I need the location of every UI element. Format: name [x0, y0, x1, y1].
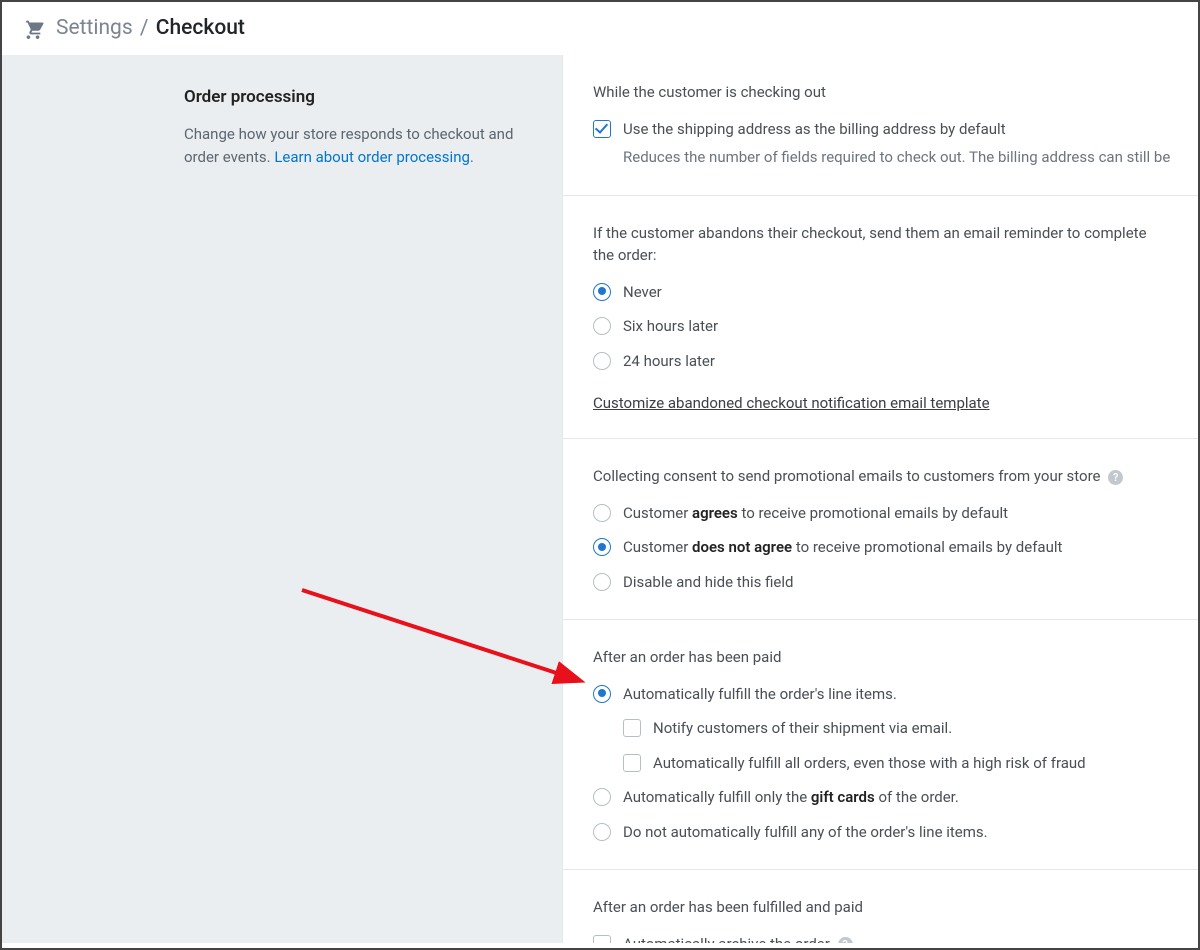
option-label: 24 hours later — [623, 350, 715, 373]
radio-gift-cards-only[interactable] — [593, 788, 611, 806]
section-heading: After an order has been fulfilled and pa… — [593, 896, 1198, 919]
main-panel: While the customer is checking out Use t… — [562, 55, 1198, 943]
checkbox-notify-shipment[interactable] — [623, 719, 641, 737]
section-abandoned-checkout: If the customer abandons their checkout,… — [563, 196, 1198, 440]
section-after-fulfilled: After an order has been fulfilled and pa… — [563, 870, 1198, 943]
option-label: Do not automatically fulfill any of the … — [623, 821, 988, 844]
option-24-hours: 24 hours later — [593, 350, 1198, 373]
option-consent-agree: Customer agrees to receive promotional e… — [593, 502, 1198, 525]
option-consent-disable: Disable and hide this field — [593, 571, 1198, 594]
option-label: Automatically archive the order ? — [623, 933, 853, 944]
option-label: Customer does not agree to receive promo… — [623, 536, 1062, 559]
breadcrumb-separator: / — [140, 16, 149, 40]
sidebar-description: Change how your store responds to checko… — [184, 123, 526, 170]
sidebar-title: Order processing — [184, 87, 526, 107]
option-six-hours: Six hours later — [593, 315, 1198, 338]
learn-about-link[interactable]: Learn about order processing — [274, 148, 470, 166]
radio-24-hours[interactable] — [593, 352, 611, 370]
option-gift-cards-only: Automatically fulfill only the gift card… — [593, 786, 1198, 809]
option-fulfill-high-risk: Automatically fulfill all orders, even t… — [623, 752, 1198, 775]
app-frame: Settings / Checkout Order processing Cha… — [0, 0, 1200, 950]
option-label: Use the shipping address as the billing … — [623, 118, 1170, 141]
checkbox-fulfill-high-risk[interactable] — [623, 754, 641, 772]
cart-icon — [22, 17, 44, 39]
page-body: Order processing Change how your store r… — [2, 55, 1198, 943]
option-do-not-fulfill: Do not automatically fulfill any of the … — [593, 821, 1198, 844]
radio-consent-agree[interactable] — [593, 504, 611, 522]
option-label: Automatically fulfill the order's line i… — [623, 683, 897, 706]
option-auto-fulfill: Automatically fulfill the order's line i… — [593, 683, 1198, 706]
radio-consent-disable[interactable] — [593, 573, 611, 591]
page-header: Settings / Checkout — [2, 2, 1198, 55]
option-never: Never — [593, 281, 1198, 304]
option-label: Notify customers of their shipment via e… — [653, 717, 952, 740]
radio-consent-disagree[interactable] — [593, 538, 611, 556]
section-heading: Collecting consent to send promotional e… — [593, 465, 1198, 488]
option-label: Customer agrees to receive promotional e… — [623, 502, 1008, 525]
option-description: Reduces the number of fields required to… — [623, 146, 1170, 169]
customize-email-link[interactable]: Customize abandoned checkout notificatio… — [593, 394, 990, 412]
breadcrumb-parent[interactable]: Settings — [56, 16, 133, 40]
option-consent-disagree: Customer does not agree to receive promo… — [593, 536, 1198, 559]
section-heading: While the customer is checking out — [593, 81, 1198, 104]
breadcrumb-current: Checkout — [156, 16, 245, 40]
option-label: Automatically fulfill only the gift card… — [623, 786, 959, 809]
option-auto-archive: Automatically archive the order ? — [593, 933, 1198, 944]
checkbox-auto-archive[interactable] — [593, 935, 611, 944]
section-while-checkout: While the customer is checking out Use t… — [563, 55, 1198, 196]
option-label: Never — [623, 281, 662, 304]
option-label: Automatically fulfill all orders, even t… — [653, 752, 1086, 775]
help-icon[interactable]: ? — [838, 937, 853, 943]
option-label: Disable and hide this field — [623, 571, 793, 594]
section-consent: Collecting consent to send promotional e… — [563, 439, 1198, 620]
option-use-shipping-address: Use the shipping address as the billing … — [593, 118, 1198, 169]
section-heading: After an order has been paid — [593, 646, 1198, 669]
radio-six-hours[interactable] — [593, 317, 611, 335]
checkbox-use-shipping-address[interactable] — [593, 120, 611, 138]
option-label: Six hours later — [623, 315, 718, 338]
help-icon[interactable]: ? — [1108, 470, 1123, 485]
radio-do-not-fulfill[interactable] — [593, 823, 611, 841]
breadcrumb: Settings / Checkout — [56, 16, 245, 40]
radio-auto-fulfill[interactable] — [593, 685, 611, 703]
radio-never[interactable] — [593, 283, 611, 301]
option-notify-shipment: Notify customers of their shipment via e… — [623, 717, 1198, 740]
sidebar: Order processing Change how your store r… — [2, 55, 562, 943]
section-heading: If the customer abandons their checkout,… — [593, 222, 1163, 267]
section-after-paid: After an order has been paid Automatical… — [563, 620, 1198, 870]
